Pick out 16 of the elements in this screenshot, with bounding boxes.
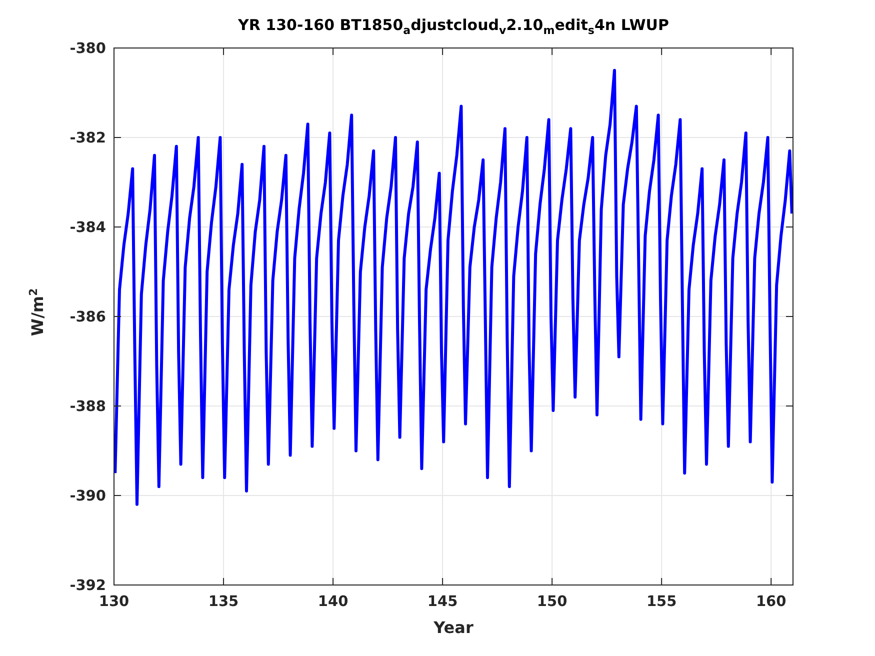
tick-label: 135 [208,594,239,610]
tick-label: -384 [70,220,106,236]
tick-label: 145 [427,594,458,610]
tick-label: 155 [646,594,677,610]
tick-label: -386 [70,310,106,326]
tick-label: 140 [318,594,348,610]
tick-label: 130 [98,594,130,610]
tick-label: -388 [70,399,106,415]
tick-label: 150 [536,594,568,610]
tick-label: -382 [70,130,106,146]
chart-title: YR 130-160 BT1850$_{a}$djustcloud$_{v}$2.10$_{m}$edit$_{s}$4n LWUP [238,16,669,39]
x-axis-label: Year [434,618,474,637]
tick-label: -380 [70,41,106,57]
tick-label: -392 [70,578,106,594]
tick-label: 160 [756,594,786,610]
tick-label: -390 [70,488,106,504]
